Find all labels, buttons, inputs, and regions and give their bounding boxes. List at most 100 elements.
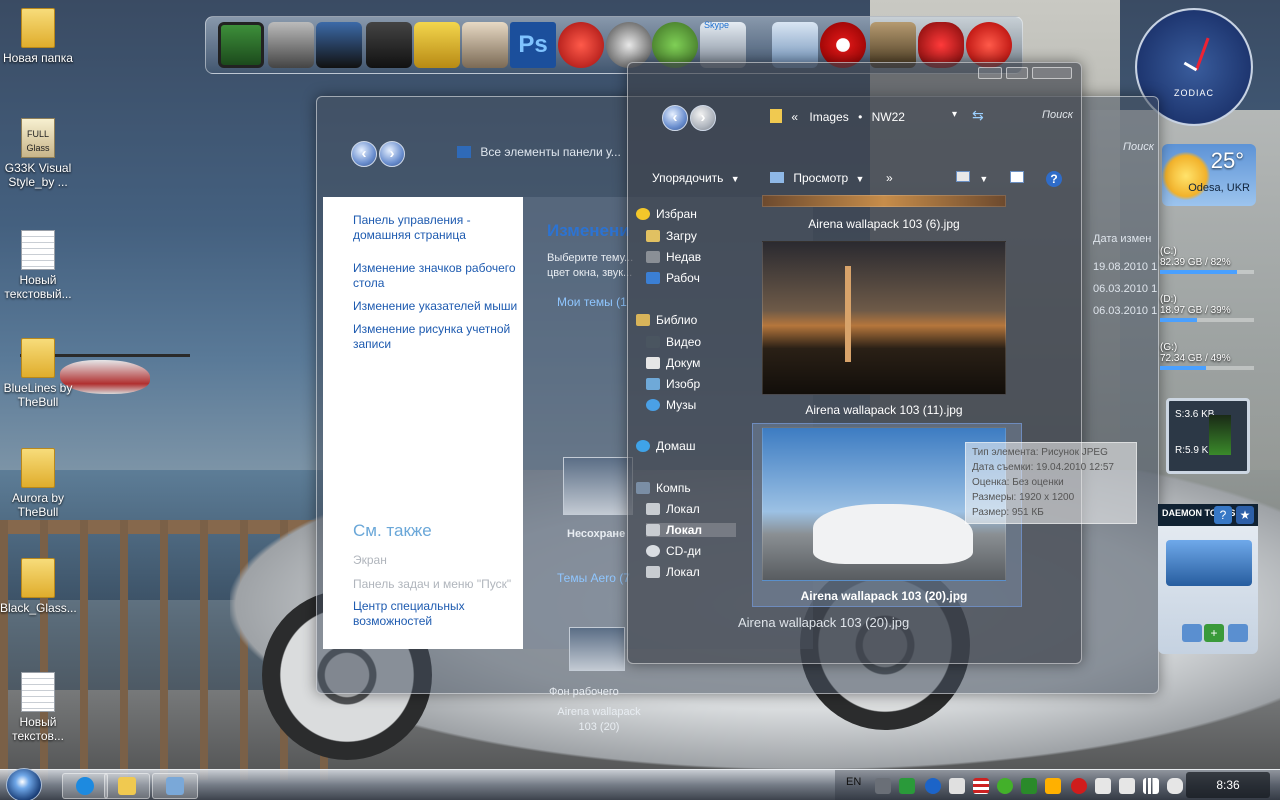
desktop-icon-black-glass[interactable]: Black_Glass... bbox=[0, 558, 77, 615]
back-button[interactable]: ‹ bbox=[351, 141, 377, 167]
desktop-icon-new-text-doc-2[interactable]: Новый текстов... bbox=[0, 672, 76, 743]
icq-icon[interactable] bbox=[997, 778, 1013, 794]
view-label: Просмотр bbox=[793, 171, 849, 185]
back-button[interactable]: ‹ bbox=[662, 105, 688, 131]
file-name[interactable]: Airena wallapack 103 (6).jpg bbox=[744, 217, 1024, 231]
address-bar[interactable]: Все элементы панели у... bbox=[457, 145, 621, 159]
media-center-icon[interactable] bbox=[316, 22, 362, 68]
help-button[interactable]: ? bbox=[1214, 506, 1232, 524]
nav-local-disk-g[interactable]: Локал bbox=[646, 565, 736, 579]
desktop-icon-new-folder[interactable]: Новая папка bbox=[0, 8, 76, 65]
language-indicator[interactable]: EN bbox=[846, 776, 861, 788]
view-menu[interactable]: Просмотр ▼ bbox=[770, 171, 864, 185]
list-date: 06.03.2010 1 bbox=[1093, 305, 1158, 317]
taskbar-start-menu-link[interactable]: Панель задач и меню "Пуск" bbox=[353, 577, 523, 592]
file-thumbnail[interactable] bbox=[762, 241, 1006, 395]
desktop-icon-g33k-visual-style[interactable]: FULL Glass G33K Visual Style_by ... bbox=[0, 118, 76, 189]
explorer-window[interactable]: ‹ › « Images • NW22 ▾ ⇆ Поиск Упорядочит… bbox=[627, 62, 1082, 664]
close-button[interactable] bbox=[1032, 67, 1072, 79]
search-box[interactable]: Поиск bbox=[1123, 141, 1154, 153]
virtual-drive-icon[interactable] bbox=[1166, 540, 1252, 586]
nav-homegroup[interactable]: Домаш bbox=[636, 439, 726, 453]
nav-recent[interactable]: Недав bbox=[646, 250, 736, 264]
maximize-button[interactable] bbox=[1006, 67, 1028, 79]
nav-cd-drive[interactable]: CD-ди bbox=[646, 544, 736, 558]
mount-icon[interactable] bbox=[1182, 624, 1202, 642]
nav-libraries[interactable]: Библио bbox=[636, 313, 726, 327]
drive-icon[interactable] bbox=[414, 22, 460, 68]
action-center-icon[interactable] bbox=[1095, 778, 1111, 794]
photoshop-icon[interactable]: Ps bbox=[510, 22, 556, 68]
tray-app-icon[interactable] bbox=[1045, 778, 1061, 794]
phone-icon[interactable] bbox=[268, 22, 314, 68]
apple-icon[interactable] bbox=[558, 22, 604, 68]
nav-documents[interactable]: Докум bbox=[646, 356, 736, 370]
breadcrumb-images[interactable]: Images bbox=[809, 110, 848, 124]
volume-icon[interactable] bbox=[1167, 778, 1183, 794]
taskbar-control-panel-button[interactable] bbox=[152, 773, 198, 799]
display-link[interactable]: Экран bbox=[353, 553, 523, 568]
start-button[interactable] bbox=[6, 768, 42, 800]
minimize-button[interactable] bbox=[978, 67, 1002, 79]
more-commands-button[interactable]: » bbox=[886, 171, 893, 185]
desktop-icons-link[interactable]: Изменение значков рабочего стола bbox=[353, 261, 523, 291]
nav-favorites[interactable]: Избран bbox=[636, 207, 726, 221]
clock-time[interactable]: 8:36 bbox=[1186, 772, 1270, 798]
safe-icon[interactable] bbox=[366, 22, 412, 68]
help-icon[interactable]: ? bbox=[1046, 171, 1062, 187]
hand-icon[interactable] bbox=[949, 778, 965, 794]
search-box[interactable]: Поиск bbox=[1042, 109, 1073, 121]
desktop-icon-bluelines[interactable]: BlueLines by TheBull bbox=[0, 338, 76, 409]
nav-local-disk-selected[interactable]: Локал bbox=[646, 523, 736, 537]
unsaved-theme-thumbnail[interactable] bbox=[563, 457, 633, 515]
antivirus-icon[interactable] bbox=[1071, 778, 1087, 794]
desktop-background-label[interactable]: Фон рабочего bbox=[549, 685, 619, 700]
us-flag-icon[interactable] bbox=[973, 778, 989, 794]
desktop-background-thumbnail[interactable] bbox=[569, 627, 625, 671]
nav-music[interactable]: Музы bbox=[646, 398, 736, 412]
photos-icon[interactable] bbox=[462, 22, 508, 68]
taskbar-skype-button[interactable] bbox=[62, 773, 108, 799]
weather-widget[interactable]: 25° Odesa, UKR bbox=[1162, 144, 1256, 206]
drive-settings-icon[interactable] bbox=[1228, 624, 1248, 642]
account-picture-link[interactable]: Изменение рисунка учетной записи bbox=[353, 322, 523, 352]
nav-downloads[interactable]: Загру bbox=[646, 229, 736, 243]
lightning-icon[interactable] bbox=[925, 778, 941, 794]
file-name[interactable]: Airena wallapack 103 (11).jpg bbox=[744, 403, 1024, 417]
file-name[interactable]: Airena wallapack 103 (20).jpg bbox=[744, 589, 1024, 603]
settings-star-icon[interactable]: ★ bbox=[1236, 506, 1254, 524]
flag-icon[interactable] bbox=[899, 778, 915, 794]
chevron-down-icon[interactable]: ▾ bbox=[952, 109, 957, 120]
nav-videos[interactable]: Видео bbox=[646, 335, 736, 349]
nav-computer[interactable]: Компь bbox=[636, 481, 726, 495]
daemon-tools-gadget[interactable]: DAEMON TOOLS ? ★ + bbox=[1158, 504, 1258, 654]
change-view-button[interactable]: ▼ bbox=[956, 171, 988, 185]
file-thumbnail[interactable] bbox=[762, 195, 1006, 207]
nav-local-disk-c[interactable]: Локал bbox=[646, 502, 736, 516]
breadcrumb[interactable]: « Images • NW22 bbox=[770, 109, 905, 124]
update-icon[interactable] bbox=[1021, 778, 1037, 794]
date-modified-header[interactable]: Дата измен bbox=[1093, 233, 1151, 245]
ease-of-access-link[interactable]: Центр специальных возможностей bbox=[353, 599, 483, 629]
nav-desktop[interactable]: Рабоч bbox=[646, 271, 736, 285]
add-drive-icon[interactable]: + bbox=[1204, 624, 1224, 642]
signal-icon[interactable] bbox=[1143, 778, 1159, 794]
taskbar-explorer-button[interactable] bbox=[104, 773, 150, 799]
desktop-icon-new-text-doc[interactable]: Новый текстовый... bbox=[0, 230, 76, 301]
cp-home-link[interactable]: Панель управления - домашняя страница bbox=[353, 213, 523, 243]
forward-button[interactable]: › bbox=[690, 105, 716, 131]
refresh-icon[interactable]: ⇆ bbox=[972, 107, 984, 124]
tv-icon[interactable] bbox=[218, 22, 264, 68]
keyboard-icon[interactable] bbox=[875, 778, 891, 794]
mouse-pointers-link[interactable]: Изменение указателей мыши bbox=[353, 299, 523, 314]
preview-pane-button[interactable] bbox=[1010, 171, 1024, 186]
breadcrumb-nw22[interactable]: NW22 bbox=[872, 110, 905, 124]
desktop-icon-aurora[interactable]: Aurora by TheBull bbox=[0, 448, 76, 519]
network-meter-widget[interactable]: S:3.6 KB R:5.9 KB bbox=[1166, 398, 1250, 474]
nav-pictures[interactable]: Изобр bbox=[646, 377, 736, 391]
organize-menu[interactable]: Упорядочить ▼ bbox=[652, 171, 740, 185]
clock-minute-hand bbox=[1195, 37, 1210, 71]
forward-button[interactable]: › bbox=[379, 141, 405, 167]
drive-usage-widget[interactable]: (C:) 82.39 GB / 82% (D:) 18.97 GB / 39% … bbox=[1160, 240, 1260, 380]
safely-remove-icon[interactable] bbox=[1119, 778, 1135, 794]
